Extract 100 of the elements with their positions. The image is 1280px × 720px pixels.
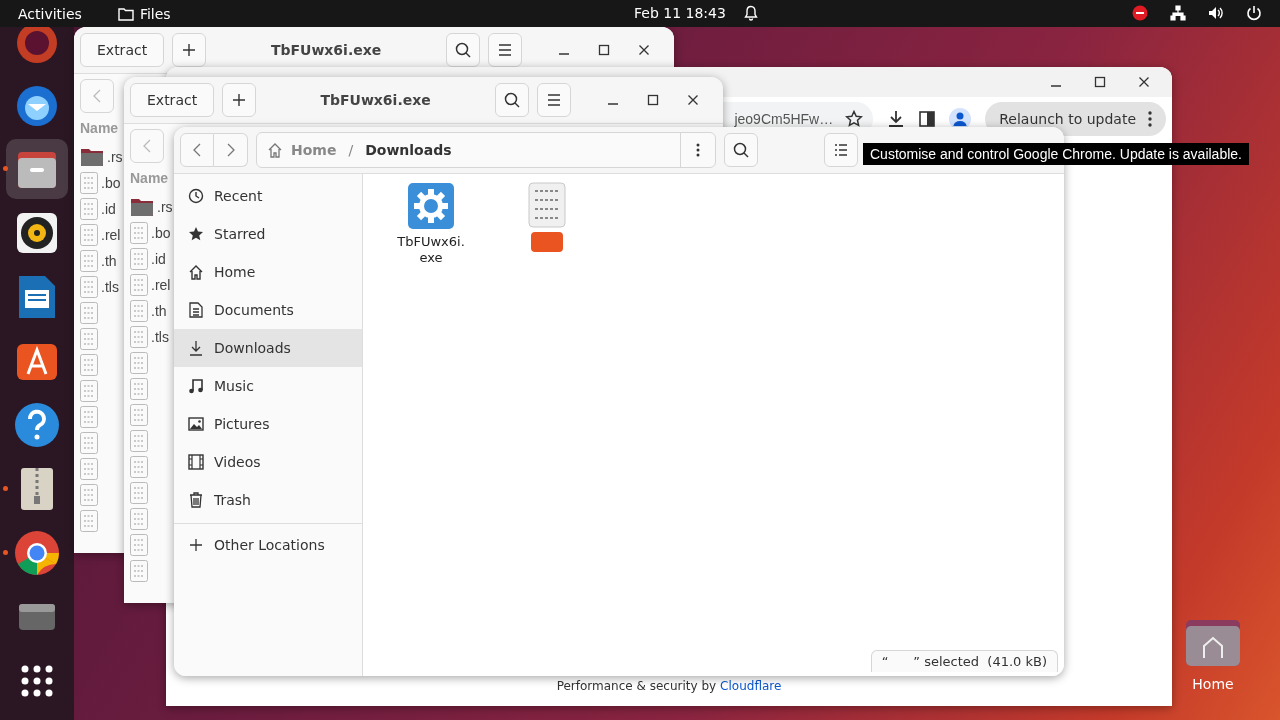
download-icon [188, 340, 204, 356]
binary-file-icon [80, 484, 98, 506]
folder-icon [80, 147, 104, 167]
network-icon[interactable] [1170, 5, 1186, 21]
file-name[interactable]: .bo [151, 225, 171, 241]
film-icon [188, 454, 204, 470]
home-folder-icon[interactable] [1184, 618, 1242, 668]
file-name[interactable]: .rel [151, 277, 171, 293]
menu-icon [547, 94, 561, 106]
star-icon [188, 226, 204, 242]
file-name[interactable]: .th [151, 303, 167, 319]
path-separator: / [348, 142, 354, 158]
plus-icon [232, 93, 247, 107]
binary-file-icon [80, 224, 98, 246]
sidebar-item[interactable]: Trash [174, 481, 362, 519]
window-title: TbFUwx6i.exe [319, 92, 432, 108]
binary-file-icon [80, 406, 98, 428]
file-name[interactable]: .rs [107, 149, 123, 165]
binary-file-icon[interactable] [528, 182, 566, 228]
tooltip: Customise and control Google Chrome. Update is available. [863, 143, 1249, 165]
file-name[interactable]: TbFUwx6i.exe [397, 234, 465, 266]
extract-button[interactable]: Extract [130, 83, 215, 117]
gear-icon[interactable] [407, 182, 455, 230]
close-icon[interactable] [1138, 76, 1150, 88]
desktop-icon-label[interactable]: Home [1192, 676, 1234, 692]
add-button[interactable] [172, 33, 207, 67]
star-icon[interactable] [845, 110, 864, 128]
binary-file-icon [80, 276, 98, 298]
file-name[interactable]: .bo [101, 175, 121, 191]
speaker-icon [15, 211, 59, 255]
file-name[interactable]: .th [101, 253, 117, 269]
trash-icon [188, 492, 204, 508]
binary-file-icon [80, 250, 98, 272]
search-icon [733, 142, 749, 158]
blocked-icon[interactable] [1132, 5, 1148, 21]
binary-file-icon [80, 172, 98, 194]
side-panel-icon[interactable] [919, 111, 936, 127]
close-icon[interactable] [638, 44, 650, 56]
sidebar-item[interactable]: Downloads [174, 329, 362, 367]
music-note-icon [188, 378, 204, 394]
add-button[interactable] [222, 83, 257, 117]
menu-button[interactable] [488, 33, 522, 67]
clock[interactable]: Feb 11 18:43 [634, 5, 726, 21]
menu-button[interactable] [537, 83, 571, 117]
volume-icon[interactable] [1208, 5, 1224, 21]
footer-link[interactable]: Cloudflare [720, 679, 782, 693]
search-icon [504, 92, 520, 108]
maximize-icon[interactable] [598, 44, 610, 56]
binary-file-icon [130, 404, 148, 426]
binary-file-icon [80, 458, 98, 480]
binary-file-icon [80, 328, 98, 350]
relaunch-button[interactable]: Relaunch to update [985, 102, 1166, 136]
sidebar-item[interactable]: Music [174, 367, 362, 405]
binary-file-icon [130, 274, 148, 296]
drive-icon [17, 602, 57, 632]
sidebar-item[interactable]: Pictures [174, 405, 362, 443]
binary-file-icon [130, 482, 148, 504]
sidebar-item[interactable]: Starred [174, 215, 362, 253]
home-icon [188, 264, 204, 280]
file-name[interactable]: .rs [157, 199, 173, 215]
binary-file-icon [130, 352, 148, 374]
file-name[interactable]: .tls [101, 279, 119, 295]
footer-text: Performance & security by [556, 679, 717, 693]
search-button[interactable] [495, 83, 529, 117]
file-name[interactable]: .id [151, 251, 166, 267]
activities-button[interactable]: Activities [18, 5, 82, 22]
sidebar-item[interactable]: Recent [174, 177, 362, 215]
binary-file-icon [130, 222, 148, 244]
binary-file-icon [80, 432, 98, 454]
close-icon[interactable] [687, 94, 699, 106]
chevron-left-icon [193, 143, 201, 157]
extract-button[interactable]: Extract [80, 33, 165, 67]
path-button[interactable]: Downloads [365, 142, 452, 158]
chevron-left-icon [143, 139, 151, 153]
dock-app-button[interactable] [6, 139, 68, 199]
clock-icon [188, 188, 204, 204]
power-icon[interactable] [1246, 5, 1262, 21]
sidebar-item[interactable]: Home [174, 253, 362, 291]
list-view-button[interactable] [824, 133, 858, 167]
search-button[interactable] [724, 133, 758, 167]
plus-icon [182, 43, 197, 57]
other-locations-item[interactable]: Other Locations [174, 526, 362, 564]
search-button[interactable] [446, 33, 480, 67]
binary-file-icon [80, 302, 98, 324]
maximize-icon[interactable] [1094, 76, 1106, 88]
more-icon [696, 143, 700, 157]
file-name[interactable]: .tls [151, 329, 169, 345]
file-name[interactable]: .rel [101, 227, 121, 243]
file-name[interactable]: .id [101, 201, 116, 217]
sidebar-item[interactable]: Videos [174, 443, 362, 481]
zip-archive-icon [19, 466, 55, 512]
app-menu[interactable]: Files [139, 5, 171, 22]
sidebar-item[interactable]: Documents [174, 291, 362, 329]
binary-file-icon [130, 560, 148, 582]
help-icon [14, 402, 60, 448]
download-icon[interactable] [887, 110, 906, 128]
home-icon [267, 142, 283, 158]
folder-icon [117, 6, 134, 21]
plus-icon [188, 538, 204, 552]
maximize-icon[interactable] [647, 94, 659, 106]
